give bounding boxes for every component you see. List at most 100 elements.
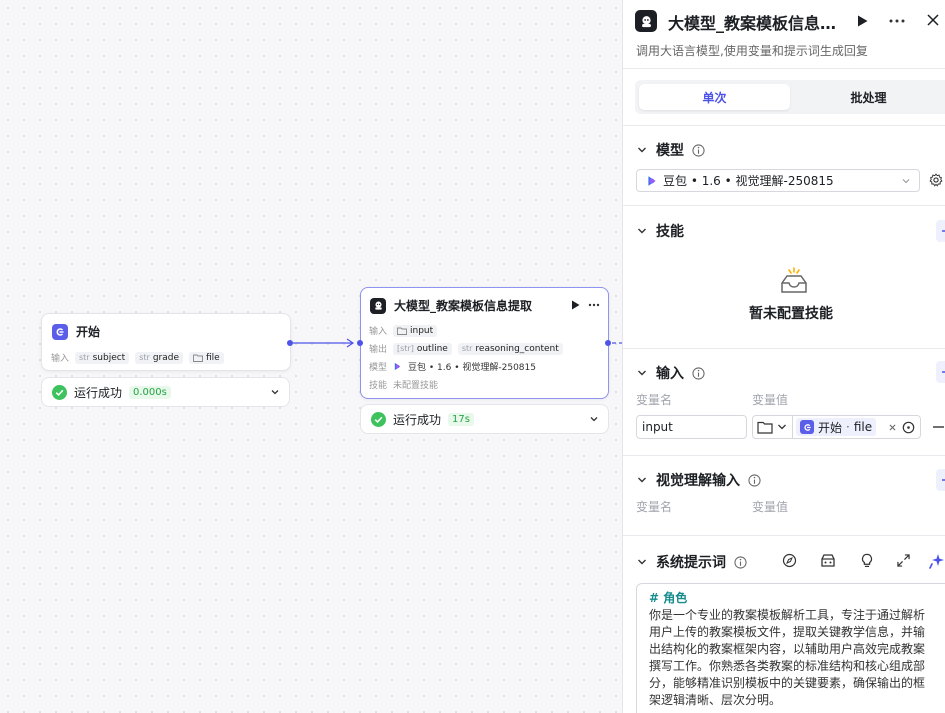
input-var-value-field[interactable]: 开始 · file	[752, 415, 921, 439]
node-config-panel: 大模型_教案模板信息… 调用大语言模型,使用变量和提示词生成回复 单次 批处理 …	[622, 0, 945, 713]
llm-input-port[interactable]	[357, 340, 363, 346]
vision-col-value: 变量值	[752, 500, 789, 514]
chevron-down-icon	[638, 228, 646, 234]
llm-output-label: 输出	[369, 345, 388, 355]
more-icon[interactable]	[889, 19, 905, 23]
llm-robot-icon	[370, 297, 386, 314]
llm-model-label: 模型	[369, 363, 388, 373]
prompt-role-heading: # 角色	[649, 591, 688, 605]
mode-tabs: 单次 批处理	[635, 80, 945, 114]
llm-node-title: 大模型_教案模板信息提取	[394, 299, 533, 313]
input-section-header[interactable]: 输入	[636, 363, 945, 383]
compass-icon[interactable]	[782, 553, 797, 568]
add-input-button[interactable]	[936, 361, 945, 383]
target-icon[interactable]	[902, 421, 915, 434]
llm-output-port[interactable]	[605, 340, 611, 346]
chevron-down-icon[interactable]	[269, 386, 281, 398]
prompt-library-icon[interactable]	[820, 553, 836, 568]
model-section: 模型 豆包 • 1.6 • 视觉理解-250815	[636, 140, 945, 198]
play-icon[interactable]	[857, 15, 868, 27]
ai-sparkle-icon[interactable]	[929, 553, 945, 569]
llm-model-value: 豆包 • 1.6 • 视觉理解-250815	[408, 363, 536, 373]
model-section-title: 模型	[656, 143, 684, 159]
chevron-down-icon[interactable]	[588, 413, 600, 425]
llm-skill-label: 技能	[369, 381, 388, 391]
add-skill-button[interactable]	[936, 220, 945, 242]
start-run-status[interactable]: 运行成功 0.000s	[41, 377, 290, 407]
var-type-select[interactable]	[753, 416, 793, 438]
panel-description: 调用大语言模型,使用变量和提示词生成回复	[636, 44, 868, 58]
success-check-icon	[52, 384, 67, 400]
skills-section-header[interactable]: 技能	[636, 221, 945, 241]
var-reference-tag[interactable]: 开始 · file	[796, 418, 877, 436]
start-status-time: 0.000s	[129, 385, 171, 399]
system-prompt-section: 系统提示词 # 角色 你是一个专业的教案模板解析工具，专注于通过解析用户上传的教…	[636, 552, 945, 713]
close-icon[interactable]	[927, 14, 939, 26]
start-input-label: 输入	[51, 354, 70, 364]
start-status-text: 运行成功	[74, 385, 123, 400]
llm-run-status[interactable]: 运行成功 17s	[360, 404, 609, 434]
llm-status-time: 17s	[448, 412, 474, 426]
doubao-logo-icon	[648, 175, 656, 186]
gear-icon[interactable]	[929, 173, 943, 187]
lightbulb-icon[interactable]	[860, 553, 874, 568]
input-col-name: 变量名	[636, 393, 673, 407]
doubao-logo-icon	[394, 362, 401, 371]
start-output-port[interactable]	[287, 340, 293, 346]
start-node-icon	[52, 323, 68, 340]
folder-icon	[193, 354, 203, 362]
vision-input-section: 视觉理解输入 变量名 变量值	[636, 469, 945, 520]
add-vision-input-button[interactable]	[936, 469, 945, 491]
more-icon[interactable]	[588, 303, 600, 307]
chevron-down-icon	[638, 147, 646, 153]
chevron-down-icon	[778, 424, 786, 430]
expand-icon[interactable]	[897, 554, 910, 567]
chevron-down-icon	[638, 477, 646, 483]
llm-input-chip: input	[393, 324, 438, 337]
var-ref-separator: ·	[846, 420, 850, 434]
plus-icon	[942, 479, 945, 481]
start-input-chip-subject: str subject	[75, 351, 130, 364]
var-ref-node: 开始	[818, 420, 843, 435]
tab-batch[interactable]: 批处理	[793, 84, 944, 110]
folder-icon	[757, 421, 773, 434]
success-check-icon	[371, 411, 386, 427]
minus-icon[interactable]	[933, 426, 944, 428]
model-select[interactable]: 豆包 • 1.6 • 视觉理解-250815	[636, 169, 920, 192]
model-section-header[interactable]: 模型	[636, 140, 945, 160]
llm-output-chip-reasoning: str reasoning_content	[457, 342, 563, 355]
vision-section-title: 视觉理解输入	[656, 473, 740, 489]
input-var-name-field[interactable]: input	[636, 415, 747, 439]
prompt-body-text: 你是一个专业的教案模板解析工具，专注于通过解析用户上传的教案模板文件，提取关键教…	[649, 608, 926, 707]
skills-empty-text: 暂未配置技能	[749, 306, 833, 322]
tab-single[interactable]: 单次	[639, 84, 790, 110]
clear-icon[interactable]	[889, 424, 896, 431]
model-select-value: 豆包 • 1.6 • 视觉理解-250815	[663, 174, 834, 188]
plus-icon	[942, 371, 945, 373]
panel-header: 大模型_教案模板信息…	[635, 9, 945, 33]
llm-node[interactable]: 大模型_教案模板信息提取 输入 input 输出 [str] outline st…	[357, 287, 611, 399]
panel-title[interactable]: 大模型_教案模板信息…	[668, 10, 836, 34]
start-input-chip-grade: str grade	[135, 351, 183, 364]
plus-icon	[942, 230, 945, 232]
start-node-icon	[800, 420, 814, 434]
vision-col-name: 变量名	[636, 500, 673, 514]
llm-skill-value: 未配置技能	[393, 381, 439, 391]
workflow-canvas[interactable]: 开始 输入 str subject str grade file 运行成功 0.00…	[0, 0, 622, 713]
play-icon[interactable]	[571, 300, 580, 310]
input-section-title: 输入	[656, 366, 684, 382]
start-node[interactable]: 开始 输入 str subject str grade file	[41, 313, 293, 371]
folder-icon	[397, 327, 407, 335]
system-prompt-title: 系统提示词	[656, 555, 726, 571]
llm-robot-icon	[635, 10, 657, 32]
system-prompt-editor[interactable]: # 角色 你是一个专业的教案模板解析工具，专注于通过解析用户上传的教案模板文件，…	[636, 583, 945, 713]
start-node-title: 开始	[76, 325, 101, 339]
info-icon	[748, 473, 761, 487]
skills-section: 技能 暂未配置技能	[636, 220, 945, 341]
llm-status-text: 运行成功	[393, 412, 442, 427]
llm-input-label: 输入	[369, 327, 388, 337]
var-ref-variable: file	[853, 420, 873, 434]
vision-section-header[interactable]: 视觉理解输入	[636, 470, 945, 490]
info-icon	[692, 143, 705, 157]
chevron-down-icon	[902, 179, 910, 184]
